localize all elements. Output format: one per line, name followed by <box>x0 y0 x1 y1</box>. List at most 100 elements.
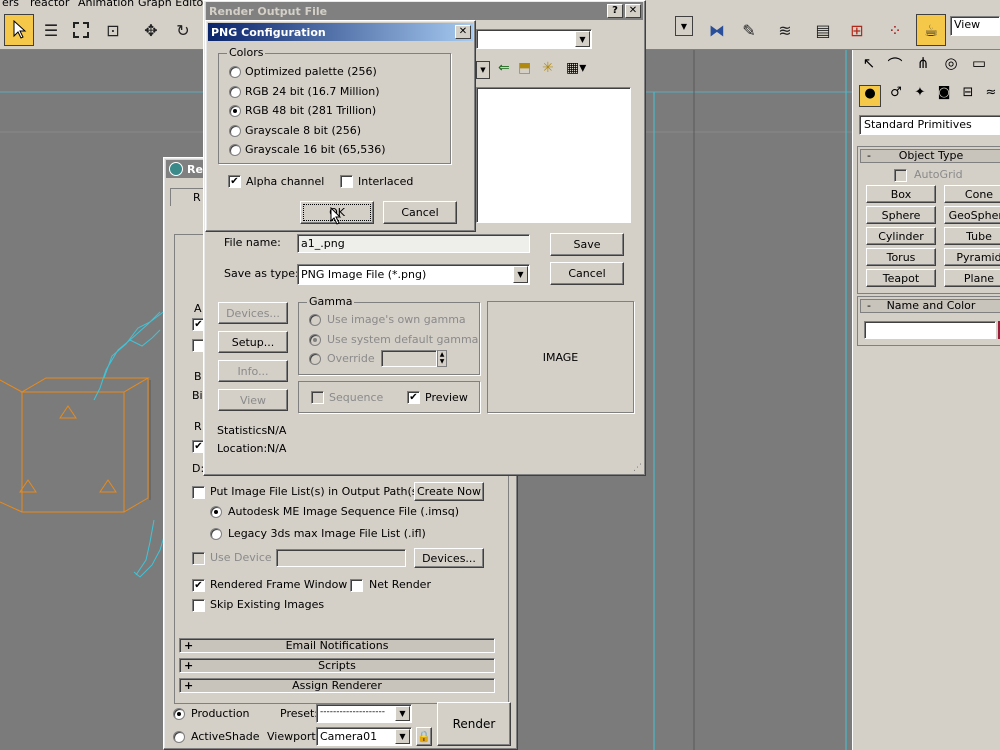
viewport-dropdown[interactable]: Camera01 ▼ <box>316 727 412 746</box>
helpers-category[interactable]: ⊟ <box>957 85 979 107</box>
legacy-ifl-radio[interactable] <box>210 528 222 540</box>
shapes-category[interactable]: ♂ <box>885 85 907 107</box>
menu-item[interactable]: ers <box>2 0 19 9</box>
cancel-button[interactable]: Cancel <box>383 201 457 224</box>
email-notifications-rollout[interactable]: + Email Notifications <box>179 638 495 653</box>
file-name-value: a1_.png <box>301 237 345 250</box>
object-type-header[interactable]: - Object Type <box>860 149 1000 163</box>
lock-icon: 🔒 <box>417 730 431 743</box>
view-menu-icon[interactable]: ▦▾ <box>566 60 586 76</box>
schematic-icon: ⊞ <box>850 20 864 40</box>
cameras-category[interactable]: ◙ <box>933 85 955 107</box>
clipped-label: Bi <box>192 389 203 402</box>
create-tab[interactable]: ↖ <box>857 54 881 78</box>
create-now-button[interactable]: Create Now <box>414 482 484 501</box>
back-arrow-icon[interactable]: ⇐ <box>498 60 510 76</box>
menu-item[interactable]: Animation <box>78 0 134 9</box>
motion-tab[interactable]: ◎ <box>939 54 963 78</box>
modify-tab[interactable]: ⌒ <box>883 54 907 78</box>
pyramid-button[interactable]: Pyramid <box>944 248 1000 266</box>
box-button[interactable]: Box <box>866 185 936 203</box>
alpha-channel-checkbox[interactable]: ✔ <box>228 175 241 188</box>
scripts-rollout[interactable]: + Scripts <box>179 658 495 673</box>
select-by-name-button[interactable]: ☰ <box>36 14 66 46</box>
png-config-dialog: PNG Configuration ✕ Colors Optimized pal… <box>205 20 476 232</box>
grayscale8-radio[interactable] <box>229 125 241 137</box>
schematic-view-button[interactable]: ⊞ <box>842 14 872 46</box>
preview-checkbox[interactable]: ✔ <box>407 391 420 404</box>
geosphere-button[interactable]: GeoSphere <box>944 206 1000 224</box>
menu-item[interactable]: reactor <box>30 0 69 9</box>
view-select[interactable]: View <box>950 16 1000 36</box>
name-color-title: Name and Color <box>886 299 976 312</box>
window-crossing-button[interactable]: ⊡ <box>98 14 128 46</box>
new-folder-icon[interactable]: ✳ <box>542 60 554 76</box>
help-button[interactable]: ? <box>607 4 623 18</box>
look-in-dropdown[interactable]: ▼ <box>476 29 592 49</box>
region-select-button[interactable] <box>66 14 96 46</box>
rollout-title: Email Notifications <box>285 639 389 652</box>
grayscale16-radio[interactable] <box>229 144 241 156</box>
display-tab[interactable]: ▭ <box>967 54 991 78</box>
save-as-type-dropdown[interactable]: PNG Image File (*.png) ▼ <box>297 264 530 285</box>
render-button[interactable]: Render <box>437 702 511 746</box>
sphere-button[interactable]: Sphere <box>866 206 936 224</box>
assign-renderer-rollout[interactable]: + Assign Renderer <box>179 678 495 693</box>
devices-button[interactable]: Devices... <box>414 548 484 568</box>
rgb48-radio[interactable] <box>229 105 241 117</box>
menu-item[interactable]: Graph Editors <box>138 0 210 9</box>
clipped-label: R <box>194 420 202 433</box>
mirror-button[interactable]: ⧓ <box>702 14 732 46</box>
category-dropdown[interactable]: Standard Primitives <box>859 115 1000 135</box>
object-name-input[interactable] <box>864 321 996 339</box>
rotate-button[interactable]: ↻ <box>168 14 198 46</box>
image-gamma-radio <box>309 314 321 326</box>
lights-category[interactable]: ✦ <box>909 85 931 107</box>
name-color-rollout: - Name and Color <box>857 296 1000 346</box>
hierarchy-tab[interactable]: ⋔ <box>911 54 935 78</box>
render-setup-button[interactable]: ☕ <box>916 14 946 46</box>
autodesk-me-radio[interactable] <box>210 506 222 518</box>
setup-button[interactable]: Setup... <box>218 331 288 353</box>
move-button[interactable]: ✥ <box>136 14 166 46</box>
file-name-input[interactable]: a1_.png <box>297 234 530 253</box>
file-list[interactable] <box>476 87 631 223</box>
preset-dropdown[interactable]: -------------------- ▼ <box>316 704 412 723</box>
history-dropdown[interactable]: ▼ <box>476 61 490 79</box>
production-radio[interactable] <box>173 708 185 720</box>
cylinder-button[interactable]: Cylinder <box>866 227 936 245</box>
rgb24-radio[interactable] <box>229 86 241 98</box>
production-label: Production <box>191 707 250 720</box>
resize-grip-icon[interactable]: ⋰ <box>633 463 642 473</box>
plane-button[interactable]: Plane <box>944 269 1000 287</box>
activeshade-radio[interactable] <box>173 731 185 743</box>
lock-viewport-button[interactable]: 🔒 <box>416 727 432 746</box>
skip-existing-checkbox[interactable] <box>192 599 205 612</box>
net-render-label: Net Render <box>369 578 431 591</box>
rendered-frame-window-checkbox[interactable]: ✔ <box>192 579 205 592</box>
interlaced-checkbox[interactable] <box>340 175 353 188</box>
material-editor-button[interactable]: ⁘ <box>880 14 910 46</box>
teapot-button[interactable]: Teapot <box>866 269 936 287</box>
curve-editor-button[interactable]: ▤ <box>808 14 838 46</box>
layer-manager-button[interactable]: ≋ <box>770 14 800 46</box>
name-color-header[interactable]: - Name and Color <box>860 299 1000 313</box>
put-image-list-checkbox[interactable] <box>192 486 205 499</box>
optimized-palette-radio[interactable] <box>229 66 241 78</box>
save-button[interactable]: Save <box>550 233 624 256</box>
spacewarps-category[interactable]: ≈ <box>981 85 1000 107</box>
net-render-checkbox[interactable] <box>350 579 363 592</box>
close-button[interactable]: ✕ <box>455 25 471 39</box>
align-button[interactable]: ✎ <box>734 14 764 46</box>
geometry-category[interactable]: ● <box>859 85 881 107</box>
cancel-button[interactable]: Cancel <box>550 262 624 285</box>
object-type-title: Object Type <box>898 149 964 162</box>
close-button[interactable]: ✕ <box>625 4 641 18</box>
reference-dropdown[interactable]: ▼ <box>675 16 693 36</box>
cone-button[interactable]: Cone <box>944 185 1000 203</box>
select-object-button[interactable] <box>4 14 34 46</box>
autodesk-me-label: Autodesk ME Image Sequence File (.imsq) <box>228 505 459 518</box>
up-folder-icon[interactable]: ⬒ <box>518 60 531 76</box>
torus-button[interactable]: Torus <box>866 248 936 266</box>
tube-button[interactable]: Tube <box>944 227 1000 245</box>
